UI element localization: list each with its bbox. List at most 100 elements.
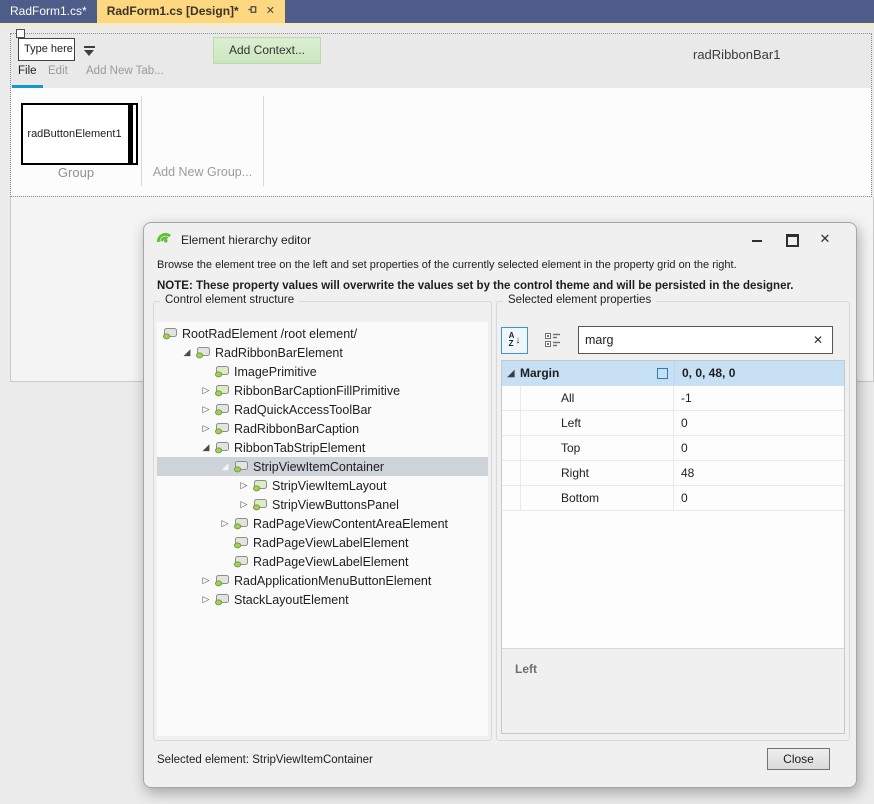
ribbon-content-area: radButtonElement1 Group Add New Group... bbox=[11, 88, 871, 196]
tab-label: RadForm1.cs* bbox=[10, 4, 87, 18]
tree-item[interactable]: ImagePrimitive bbox=[157, 362, 488, 381]
expand-expander-icon[interactable]: ▷ bbox=[199, 419, 213, 438]
tree-item[interactable]: ◢ StripViewItemContainer bbox=[157, 457, 488, 476]
close-icon[interactable]: ✕ bbox=[818, 232, 832, 245]
tree-item[interactable]: ▷ StripViewButtonsPanel bbox=[157, 495, 488, 514]
property-row[interactable]: Bottom 0 bbox=[502, 486, 844, 511]
dialog-note: NOTE: These property values will overwri… bbox=[157, 280, 794, 292]
property-name: Bottom bbox=[520, 486, 674, 510]
property-category-row[interactable]: ◢ Margin 0, 0, 48, 0 bbox=[502, 361, 844, 386]
element-icon bbox=[234, 537, 248, 549]
element-tree: RootRadElement /root element/ ◢ RadRibbonB… bbox=[157, 322, 488, 736]
element-icon bbox=[215, 385, 229, 397]
expand-expander-icon[interactable]: ▷ bbox=[199, 571, 213, 590]
property-value[interactable]: 48 bbox=[674, 461, 844, 485]
property-value[interactable]: 0 bbox=[674, 436, 844, 460]
expand-expander-icon[interactable]: ▷ bbox=[237, 476, 251, 495]
add-context-button[interactable]: Add Context... bbox=[213, 37, 321, 64]
element-icon bbox=[215, 366, 229, 378]
sort-alphabetical-button[interactable]: AZ ↓ bbox=[501, 326, 528, 354]
tree-item[interactable]: RootRadElement /root element/ bbox=[157, 324, 488, 343]
property-value[interactable]: -1 bbox=[674, 386, 844, 410]
add-new-group-button[interactable]: Add New Group... bbox=[141, 165, 264, 179]
expand-expander-icon[interactable]: ▷ bbox=[199, 590, 213, 609]
groupbox-label: Selected element properties bbox=[503, 294, 657, 306]
property-search-input[interactable]: marg ✕ bbox=[578, 326, 833, 354]
selected-element-status: Selected element: StripViewItemContainer bbox=[157, 754, 373, 766]
tree-item-label: RadRibbonBarCaption bbox=[234, 421, 360, 436]
tab-close-icon[interactable]: ✕ bbox=[266, 0, 275, 23]
rad-button-element[interactable]: radButtonElement1 bbox=[21, 103, 138, 165]
ribbon-control-name: radRibbonBar1 bbox=[693, 47, 781, 62]
tree-item-label: RadApplicationMenuButtonElement bbox=[234, 573, 432, 588]
element-icon bbox=[196, 347, 210, 359]
tab-radform-design[interactable]: RadForm1.cs [Design]* ✕ bbox=[96, 0, 285, 23]
property-name: Margin bbox=[520, 366, 560, 380]
property-value[interactable]: 0 bbox=[674, 411, 844, 435]
maximize-icon[interactable] bbox=[784, 233, 799, 247]
margin-bar bbox=[128, 105, 133, 163]
tab-label: RadForm1.cs [Design]* bbox=[106, 4, 239, 18]
ribbon-tab-file[interactable]: File bbox=[18, 65, 37, 77]
tree-item[interactable]: ◢ RibbonTabStripElement bbox=[157, 438, 488, 457]
property-row[interactable]: Right 48 bbox=[502, 461, 844, 486]
tree-item[interactable]: ▷ RadQuickAccessToolBar bbox=[157, 400, 488, 419]
tree-item[interactable]: ▷ RibbonBarCaptionFillPrimitive bbox=[157, 381, 488, 400]
type-here-input[interactable]: Type here bbox=[18, 38, 75, 61]
property-name: Right bbox=[520, 461, 674, 485]
rad-button-label: radButtonElement1 bbox=[27, 128, 122, 140]
property-name: All bbox=[520, 386, 674, 410]
categorized-view-button[interactable] bbox=[541, 328, 565, 352]
collapse-expander-icon[interactable]: ◢ bbox=[199, 438, 213, 457]
pin-icon[interactable] bbox=[247, 0, 258, 23]
tree-item[interactable]: RadPageViewLabelElement bbox=[157, 533, 488, 552]
property-row[interactable]: All -1 bbox=[502, 386, 844, 411]
tree-item-label: StackLayoutElement bbox=[234, 592, 349, 607]
selection-handle[interactable] bbox=[16, 29, 25, 38]
element-icon bbox=[215, 575, 229, 587]
chevron-collapse-icon[interactable] bbox=[84, 46, 95, 56]
tree-item-label: RadQuickAccessToolBar bbox=[234, 402, 372, 417]
property-row[interactable]: Left 0 bbox=[502, 411, 844, 436]
vs-designer-screen: RadForm1.cs* RadForm1.cs [Design]* ✕ Typ… bbox=[0, 0, 874, 804]
property-name: Left bbox=[520, 411, 674, 435]
category-collapse-icon[interactable]: ◢ bbox=[502, 361, 520, 385]
tree-item[interactable]: ▷ RadPageViewContentAreaElement bbox=[157, 514, 488, 533]
element-icon bbox=[215, 423, 229, 435]
tree-item-label: RibbonTabStripElement bbox=[234, 440, 366, 455]
element-icon bbox=[253, 499, 267, 511]
property-grid: ◢ Margin 0, 0, 48, 0 All -1 Left 0 Top 0 Right 48 B… bbox=[501, 360, 845, 734]
ribbon-tab-add-new[interactable]: Add New Tab... bbox=[86, 65, 164, 77]
tree-item[interactable]: ◢ RadRibbonBarElement bbox=[157, 343, 488, 362]
expand-expander-icon[interactable]: ▷ bbox=[199, 381, 213, 400]
tree-item[interactable]: ▷ StripViewItemLayout bbox=[157, 476, 488, 495]
collapse-expander-icon[interactable]: ◢ bbox=[218, 457, 232, 476]
tree-item-label: StripViewItemLayout bbox=[272, 478, 387, 493]
clear-search-icon[interactable]: ✕ bbox=[813, 327, 823, 353]
property-value[interactable]: 0 bbox=[674, 486, 844, 510]
minimize-icon[interactable] bbox=[750, 233, 764, 245]
expand-expander-icon[interactable]: ▷ bbox=[218, 514, 232, 533]
arrow-down-icon: ↓ bbox=[515, 334, 521, 346]
element-icon bbox=[215, 594, 229, 606]
dialog-titlebar[interactable]: Element hierarchy editor bbox=[156, 231, 311, 248]
tree-item[interactable]: ▷ RadRibbonBarCaption bbox=[157, 419, 488, 438]
expand-expander-icon[interactable]: ▷ bbox=[237, 495, 251, 514]
expand-expander-icon[interactable]: ▷ bbox=[199, 400, 213, 419]
telerik-logo-icon bbox=[156, 232, 172, 243]
property-row[interactable]: Top 0 bbox=[502, 436, 844, 461]
close-button[interactable]: Close bbox=[767, 748, 830, 770]
radribbonbar-control: Type here Add Context... radRibbonBar1 F… bbox=[10, 33, 872, 197]
collapse-expander-icon[interactable]: ◢ bbox=[180, 343, 194, 362]
dialog-description: Browse the element tree on the left and … bbox=[157, 259, 737, 271]
tab-radform-code[interactable]: RadForm1.cs* bbox=[0, 0, 97, 23]
dialog-title: Element hierarchy editor bbox=[181, 232, 312, 247]
selected-properties-groupbox: Selected element properties AZ ↓ marg ✕ … bbox=[496, 294, 850, 741]
ribbon-tab-edit[interactable]: Edit bbox=[48, 65, 68, 77]
property-value: 0, 0, 48, 0 bbox=[674, 361, 844, 385]
categorized-icon bbox=[544, 332, 560, 347]
tree-item[interactable]: RadPageViewLabelElement bbox=[157, 552, 488, 571]
tree-item[interactable]: ▷ RadApplicationMenuButtonElement bbox=[157, 571, 488, 590]
tree-item[interactable]: ▷ StackLayoutElement bbox=[157, 590, 488, 609]
property-name: Top bbox=[520, 436, 674, 460]
